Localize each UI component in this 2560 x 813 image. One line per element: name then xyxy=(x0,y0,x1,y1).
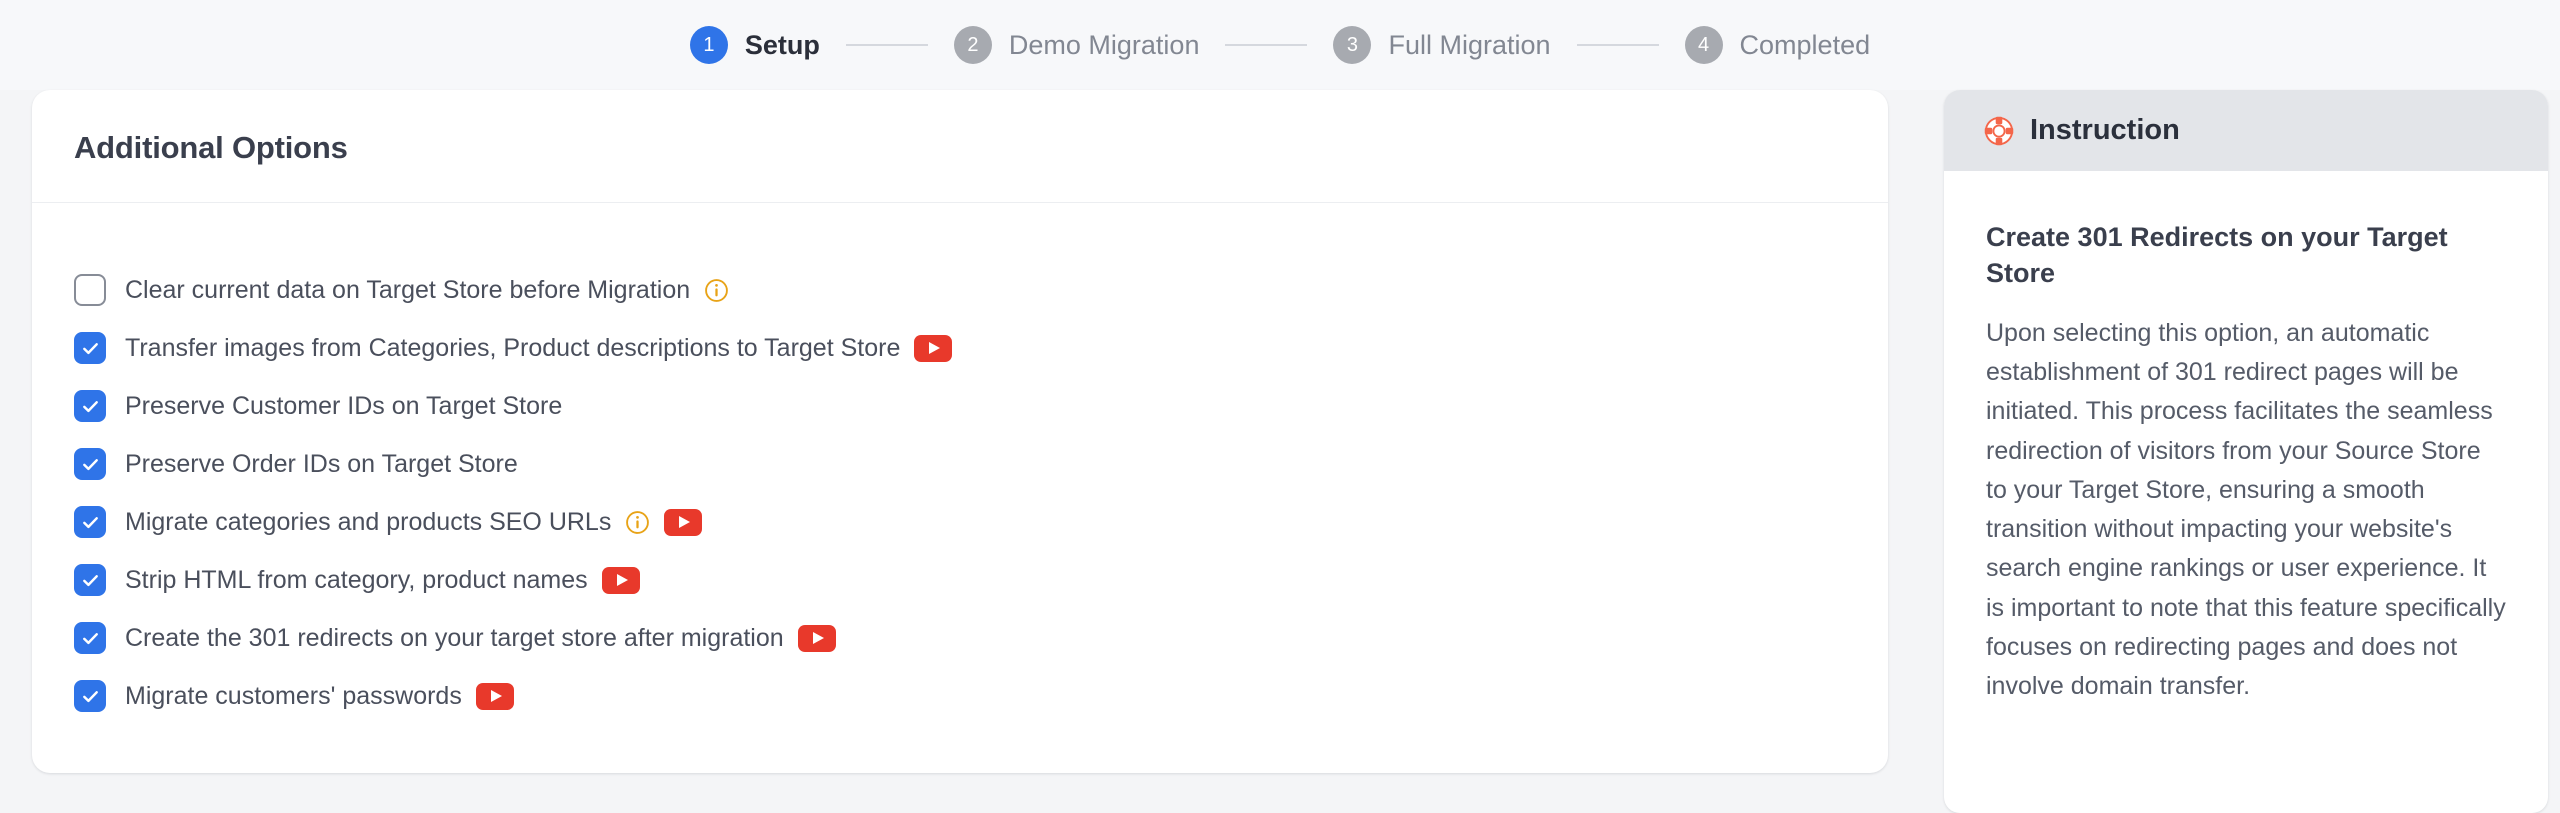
checkbox-checked[interactable] xyxy=(74,332,106,364)
stepper-step-completed[interactable]: 4 Completed xyxy=(1684,26,1871,64)
page-title: Additional Options xyxy=(74,130,348,165)
step-number-badge: 3 xyxy=(1333,26,1372,64)
option-badges xyxy=(914,334,953,362)
stepper-step-full-migration[interactable]: 3 Full Migration xyxy=(1333,26,1551,64)
step-label: Full Migration xyxy=(1388,29,1551,60)
info-icon[interactable] xyxy=(625,510,650,535)
stepper-step-setup[interactable]: 1 Setup xyxy=(689,26,820,64)
youtube-icon[interactable] xyxy=(664,508,703,536)
instruction-panel: Instruction Create 301 Redirects on your… xyxy=(1944,90,2548,813)
option-row[interactable]: Preserve Customer IDs on Target Store xyxy=(74,377,1846,435)
instruction-heading: Create 301 Redirects on your Target Stor… xyxy=(1986,222,2448,289)
checkbox-unchecked[interactable] xyxy=(74,274,106,306)
checkbox-checked[interactable] xyxy=(74,390,106,422)
option-badges xyxy=(797,624,836,652)
step-connector xyxy=(845,44,928,46)
option-badges xyxy=(625,508,703,536)
option-label: Migrate customers' passwords xyxy=(125,681,462,710)
checkbox-checked[interactable] xyxy=(74,680,106,712)
info-icon[interactable] xyxy=(704,278,729,303)
instruction-body: Create 301 Redirects on your Target Stor… xyxy=(1944,171,2548,707)
instruction-paragraph: Upon selecting this option, an automatic… xyxy=(1986,318,2506,701)
step-number-badge: 2 xyxy=(953,26,992,64)
additional-options-card: Additional Options Clear current data on… xyxy=(32,90,1888,773)
option-label: Transfer images from Categories, Product… xyxy=(125,333,901,362)
option-label: Clear current data on Target Store befor… xyxy=(125,275,691,304)
step-connector xyxy=(1576,44,1659,46)
checkbox-checked[interactable] xyxy=(74,564,106,596)
lifebuoy-icon xyxy=(1984,116,2014,146)
option-label: Migrate categories and products SEO URLs xyxy=(125,507,612,536)
option-row[interactable]: Strip HTML from category, product names xyxy=(74,551,1846,609)
instruction-panel-title: Instruction xyxy=(2030,114,2180,146)
card-header: Additional Options xyxy=(32,90,1888,203)
youtube-icon[interactable] xyxy=(914,334,953,362)
option-label: Preserve Order IDs on Target Store xyxy=(125,449,518,478)
stepper-step-demo-migration[interactable]: 2 Demo Migration xyxy=(953,26,1200,64)
step-label: Setup xyxy=(744,29,820,60)
option-badges xyxy=(475,682,514,710)
step-connector xyxy=(1225,44,1308,46)
step-label: Completed xyxy=(1739,29,1871,60)
stepper-bar: 1 Setup 2 Demo Migration 3 Full Migration 4 Com… xyxy=(0,0,2560,90)
option-badges xyxy=(704,278,729,303)
checkbox-checked[interactable] xyxy=(74,448,106,480)
option-label: Preserve Customer IDs on Target Store xyxy=(125,391,563,420)
option-row[interactable]: Preserve Order IDs on Target Store xyxy=(74,435,1846,493)
play-triangle-icon xyxy=(929,342,941,354)
page-content: Additional Options Clear current data on… xyxy=(0,90,2560,813)
option-row[interactable]: Clear current data on Target Store befor… xyxy=(74,261,1846,319)
checkbox-checked[interactable] xyxy=(74,622,106,654)
option-label: Create the 301 redirects on your target … xyxy=(125,623,784,652)
youtube-icon[interactable] xyxy=(797,624,836,652)
step-label: Demo Migration xyxy=(1008,29,1200,60)
play-triangle-icon xyxy=(679,516,691,528)
checkbox-checked[interactable] xyxy=(74,506,106,538)
stepper: 1 Setup 2 Demo Migration 3 Full Migration 4 Com… xyxy=(689,26,1871,64)
youtube-icon[interactable] xyxy=(475,682,514,710)
instruction-panel-header: Instruction xyxy=(1944,90,2548,171)
play-triangle-icon xyxy=(490,690,502,702)
option-label: Strip HTML from category, product names xyxy=(125,565,588,594)
option-row[interactable]: Migrate categories and products SEO URLs xyxy=(74,493,1846,551)
youtube-icon[interactable] xyxy=(601,566,640,594)
step-number-badge: 1 xyxy=(689,26,728,64)
option-row[interactable]: Migrate customers' passwords xyxy=(74,667,1846,725)
option-row[interactable]: Transfer images from Categories, Product… xyxy=(74,319,1846,377)
play-triangle-icon xyxy=(616,574,628,586)
option-badges xyxy=(601,566,640,594)
step-number-badge: 4 xyxy=(1684,26,1723,64)
play-triangle-icon xyxy=(812,632,824,644)
option-row[interactable]: Create the 301 redirects on your target … xyxy=(74,609,1846,667)
options-list: Clear current data on Target Store befor… xyxy=(32,203,1888,765)
